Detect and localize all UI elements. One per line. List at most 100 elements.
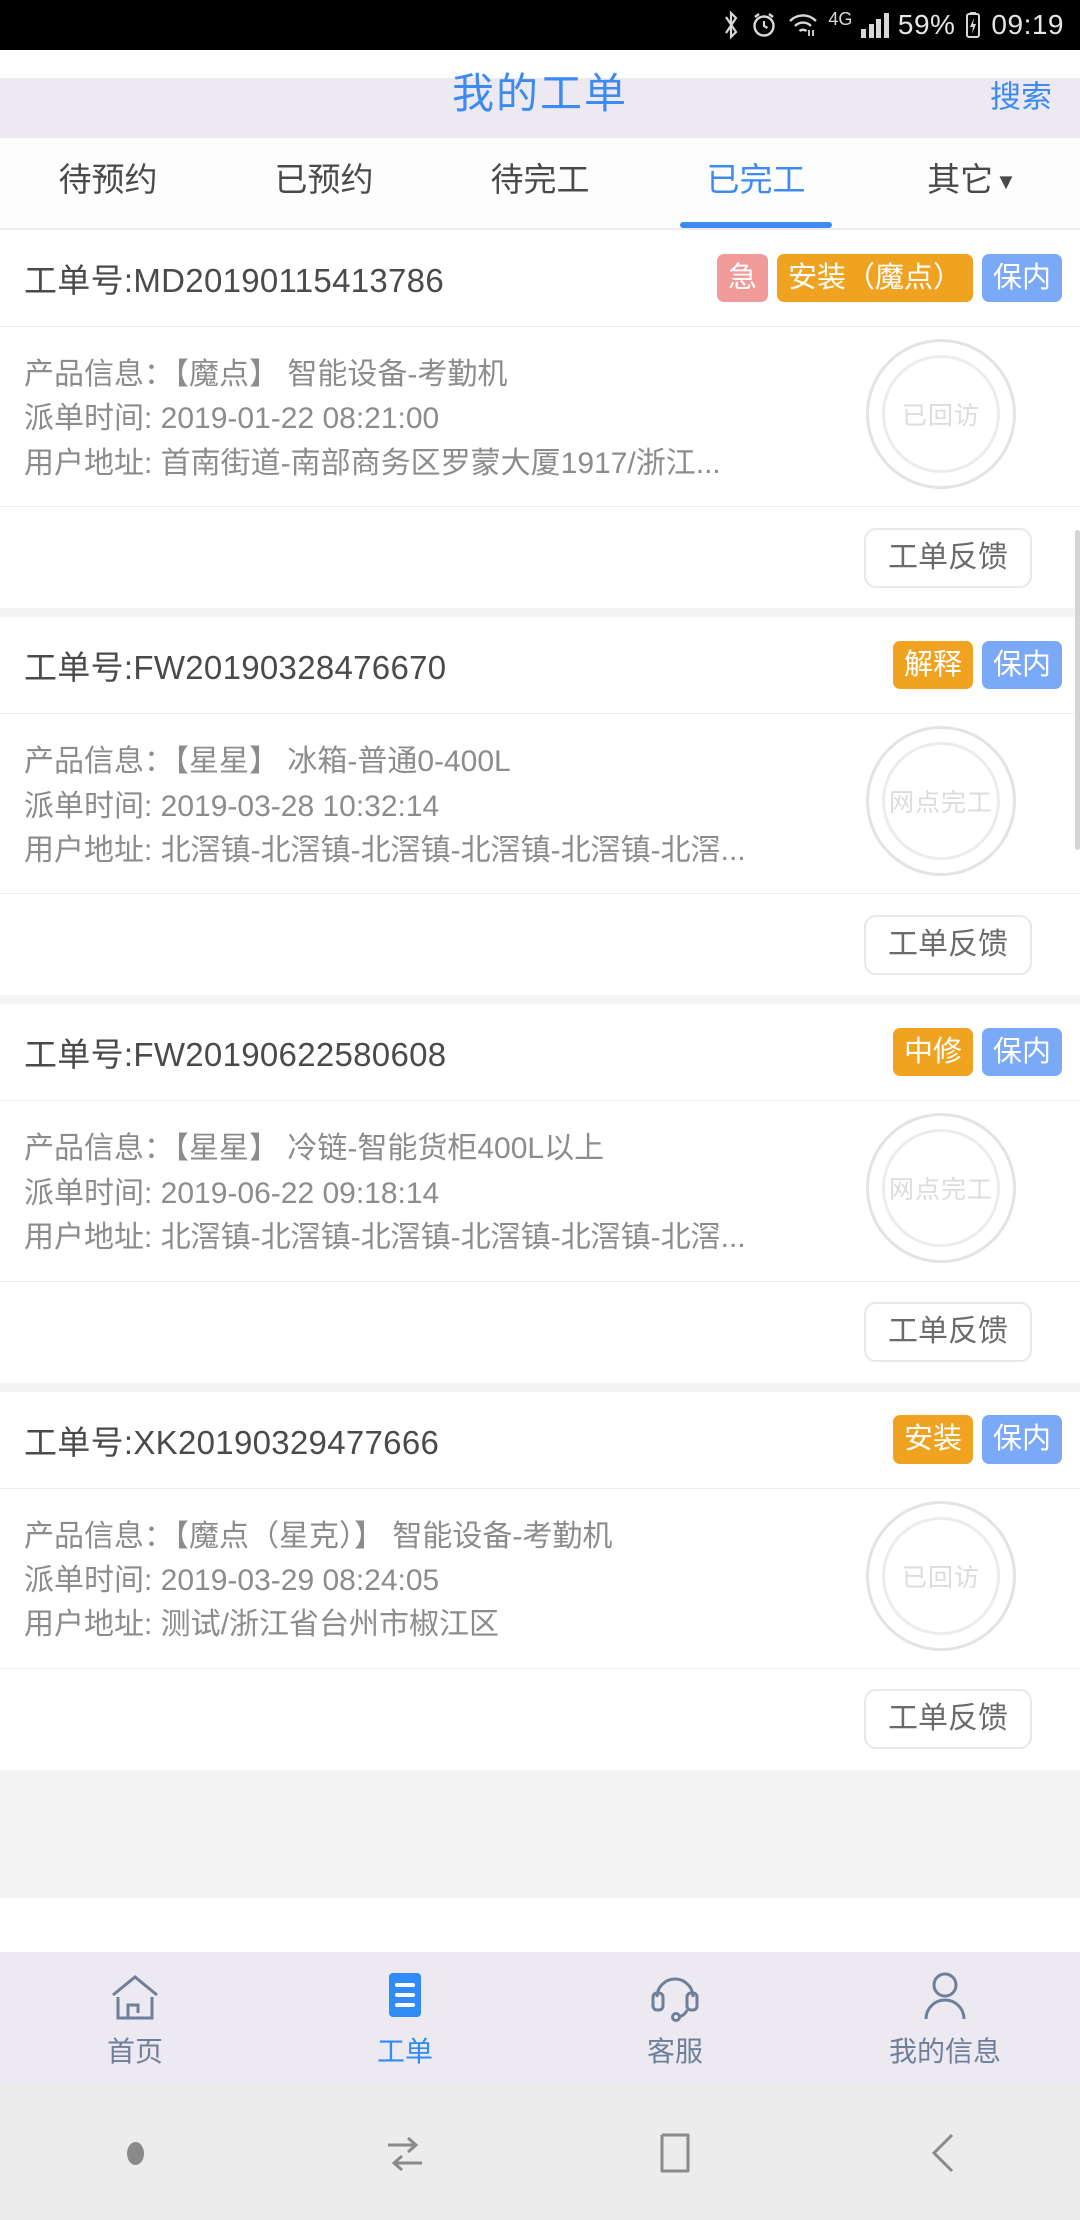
clock-label: 09:19 (991, 9, 1064, 40)
tab-label: 其它 (927, 160, 994, 198)
product-info: 产品信息：【星星】 冷链-智能货柜400L以上 (24, 1132, 605, 1166)
tab-label: 待完工 (490, 160, 590, 198)
order-status-tabs: 待预约 已预约 待完工 已完工 其它▼ (0, 138, 1080, 230)
status-badge-warranty: 保内 (981, 641, 1062, 690)
nav-item-my-info[interactable]: 我的信息 (810, 1969, 1080, 2070)
tab-pending-appointment[interactable]: 待预约 (0, 138, 216, 228)
product-info: 产品信息：【魔点（星克）】 智能设备-考勤机 (24, 1519, 613, 1553)
order-card-header: 工单号:MD20190115413786 急 安装（魔点） 保内 (0, 230, 1080, 327)
tab-underline (680, 222, 832, 228)
battery-charging-icon (964, 11, 982, 39)
headset-support-icon (647, 1969, 703, 2023)
dispatch-time: 派单时间: 2019-01-22 08:21:00 (24, 402, 440, 436)
nav-item-home[interactable]: 首页 (0, 1969, 270, 2070)
order-badges: 中修 保内 (892, 1028, 1062, 1077)
order-badges: 解释 保内 (892, 641, 1062, 690)
app-header: 我的工单 搜索 (0, 50, 1080, 138)
status-bar: 4G 59% 09:19 (0, 0, 1080, 50)
tab-label: 已预约 (274, 160, 374, 198)
person-icon (919, 1969, 971, 2023)
order-card[interactable]: 工单号:FW20190622580608 中修 保内 产品信息：【星星】 冷链-… (0, 1004, 1080, 1383)
home-icon (108, 1969, 162, 2023)
order-badges: 急 安装（魔点） 保内 (716, 253, 1062, 303)
nav-label: 我的信息 (888, 2035, 1001, 2067)
dispatch-time: 派单时间: 2019-03-29 08:24:05 (24, 1563, 440, 1597)
back-arrow-icon[interactable] (810, 2125, 1080, 2181)
status-badge-type: 安装 (892, 1415, 973, 1464)
status-stamp-label: 已回访 (901, 402, 980, 430)
android-system-nav (0, 2086, 1080, 2220)
signal-bars-icon (861, 12, 889, 38)
status-badge-urgent: 急 (716, 253, 768, 303)
order-card[interactable]: 工单号:XK20190329477666 安装 保内 产品信息：【魔点（星克）】… (0, 1391, 1080, 1770)
recents-square-icon[interactable] (540, 2125, 810, 2181)
order-card-body: 产品信息：【星星】 冰箱-普通0-400L 派单时间: 2019-03-28 1… (0, 714, 1080, 895)
product-info: 产品信息：【魔点】 智能设备-考勤机 (24, 358, 508, 391)
battery-percent-label: 59% (897, 9, 956, 40)
split-screen-icon[interactable] (270, 2125, 540, 2181)
status-badge-warranty: 保内 (981, 1415, 1062, 1464)
product-info: 产品信息：【星星】 冰箱-普通0-400L (24, 745, 511, 779)
nav-item-orders[interactable]: 工单 (270, 1969, 540, 2070)
status-badge-type: 中修 (892, 1028, 973, 1077)
status-stamp: 网点完工 (866, 726, 1016, 877)
nav-item-support[interactable]: 客服 (540, 1969, 810, 2070)
order-number: 工单号:FW20190328476670 (24, 649, 447, 687)
nav-label: 首页 (106, 2035, 163, 2067)
order-list[interactable]: 工单号:MD20190115413786 急 安装（魔点） 保内 产品信息：【魔… (0, 230, 1080, 1898)
status-badge-type: 解释 (892, 641, 973, 690)
status-stamp-label: 网点完工 (888, 1176, 993, 1205)
order-card-footer: 工单反馈 (0, 1282, 1080, 1383)
order-number: 工单号:FW20190622580608 (24, 1036, 447, 1074)
tab-label: 已完工 (706, 160, 806, 198)
order-card-header: 工单号:XK20190329477666 安装 保内 (0, 1392, 1080, 1489)
order-badges: 安装 保内 (892, 1415, 1062, 1464)
order-feedback-button[interactable]: 工单反馈 (864, 1302, 1032, 1363)
order-number: 工单号:MD20190115413786 (24, 262, 444, 299)
tab-label-group: 其它▼ (927, 163, 1017, 196)
dot-indicator-icon[interactable] (0, 2141, 270, 2165)
status-stamp: 网点完工 (866, 1113, 1016, 1264)
page-title: 我的工单 (451, 70, 628, 117)
chevron-down-icon: ▼ (995, 168, 1017, 194)
order-card-footer: 工单反馈 (0, 507, 1080, 608)
tab-pending-completion[interactable]: 待完工 (432, 138, 648, 228)
order-card-body: 产品信息：【星星】 冷链-智能货柜400L以上 派单时间: 2019-06-22… (0, 1101, 1080, 1282)
tab-appointed[interactable]: 已预约 (216, 138, 432, 228)
tab-others[interactable]: 其它▼ (864, 138, 1080, 228)
order-card-header: 工单号:FW20190328476670 解释 保内 (0, 617, 1080, 715)
order-card-footer: 工单反馈 (0, 894, 1080, 995)
nav-label: 工单 (376, 2035, 433, 2067)
status-badge-type: 安装（魔点） (776, 253, 973, 303)
tab-completed[interactable]: 已完工 (648, 138, 864, 228)
user-address: 用户地址: 北滘镇-北滘镇-北滘镇-北滘镇-北滘镇-北滘... (24, 1221, 746, 1255)
status-badge-warranty: 保内 (981, 253, 1062, 303)
alarm-icon (750, 11, 778, 39)
status-stamp: 已回访 (866, 339, 1016, 489)
search-button[interactable]: 搜索 (990, 72, 1052, 117)
network-type-label: 4G (828, 8, 853, 29)
user-address: 用户地址: 北滘镇-北滘镇-北滘镇-北滘镇-北滘镇-北滘... (24, 833, 746, 867)
order-card-body: 产品信息：【魔点】 智能设备-考勤机 派单时间: 2019-01-22 08:2… (0, 327, 1080, 508)
order-card-header: 工单号:FW20190622580608 中修 保内 (0, 1004, 1080, 1102)
order-card-footer: 工单反馈 (0, 1669, 1080, 1770)
status-stamp-label: 已回访 (901, 1563, 980, 1592)
order-number: 工单号:XK20190329477666 (24, 1423, 440, 1461)
order-card[interactable]: 工单号:MD20190115413786 急 安装（魔点） 保内 产品信息：【魔… (0, 230, 1080, 609)
wifi-icon (787, 11, 819, 39)
dispatch-time: 派单时间: 2019-03-28 10:32:14 (24, 789, 440, 823)
dispatch-time: 派单时间: 2019-06-22 09:18:14 (24, 1176, 440, 1210)
order-card-body: 产品信息：【魔点（星克）】 智能设备-考勤机 派单时间: 2019-03-29 … (0, 1489, 1080, 1669)
order-feedback-button[interactable]: 工单反馈 (864, 914, 1032, 975)
status-stamp-label: 网点完工 (888, 789, 993, 818)
status-badge-warranty: 保内 (981, 1028, 1062, 1077)
order-card[interactable]: 工单号:FW20190328476670 解释 保内 产品信息：【星星】 冰箱-… (0, 617, 1080, 996)
bluetooth-icon (721, 10, 741, 40)
bottom-navigation: 首页 工单 客服 我的信息 (0, 1952, 1080, 2086)
scrollbar-thumb[interactable] (1075, 530, 1080, 850)
user-address: 用户地址: 测试/浙江省台州市椒江区 (24, 1608, 500, 1642)
status-stamp: 已回访 (866, 1500, 1016, 1651)
order-feedback-button[interactable]: 工单反馈 (864, 1689, 1032, 1750)
tab-label: 待预约 (58, 160, 158, 198)
order-feedback-button[interactable]: 工单反馈 (864, 527, 1032, 588)
